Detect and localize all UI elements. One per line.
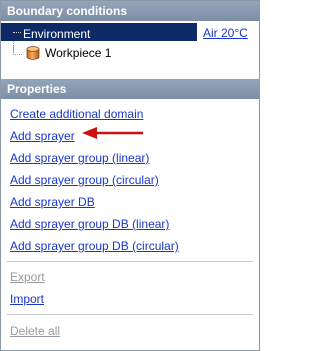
add-sprayer-link[interactable]: Add sprayer — [10, 128, 75, 144]
add-sprayer-group-linear-link[interactable]: Add sprayer group (linear) — [10, 150, 149, 166]
add-sprayer-group-circular-link[interactable]: Add sprayer group (circular) — [10, 172, 159, 188]
properties-title: Properties — [7, 82, 67, 96]
import-link[interactable]: Import — [10, 291, 44, 307]
add-sprayer-group-db-linear-link[interactable]: Add sprayer group DB (linear) — [10, 216, 169, 232]
add-sprayer-group-db-circular-link[interactable]: Add sprayer group DB (circular) — [10, 238, 179, 254]
cylinder-icon — [26, 46, 40, 60]
environment-value-link[interactable]: Air 20°C — [203, 25, 248, 41]
delete-all-link: Delete all — [10, 324, 61, 338]
properties-actions: Create additional domain Add sprayer Add… — [1, 99, 259, 350]
properties-header: Properties — [1, 79, 259, 99]
boundary-conditions-tree: Environment Air 20°C Workpiece 1 — [1, 21, 259, 79]
add-sprayer-db-link[interactable]: Add sprayer DB — [10, 194, 95, 210]
boundary-conditions-title: Boundary conditions — [7, 4, 127, 18]
boundary-conditions-header: Boundary conditions — [1, 1, 259, 21]
workpiece-label: Workpiece 1 — [45, 46, 112, 60]
separator — [7, 261, 253, 262]
tree-item-environment[interactable]: Environment — [1, 23, 197, 41]
create-additional-domain-link[interactable]: Create additional domain — [10, 106, 143, 122]
red-arrow-icon — [82, 127, 143, 139]
environment-label: Environment — [23, 27, 91, 41]
boundary-properties-panel: Boundary conditions Environment Air 20°C — [0, 0, 260, 351]
export-link: Export — [10, 270, 45, 284]
tree-connector-horizontal — [13, 32, 21, 33]
separator — [7, 314, 253, 315]
tree-connector — [13, 45, 22, 55]
